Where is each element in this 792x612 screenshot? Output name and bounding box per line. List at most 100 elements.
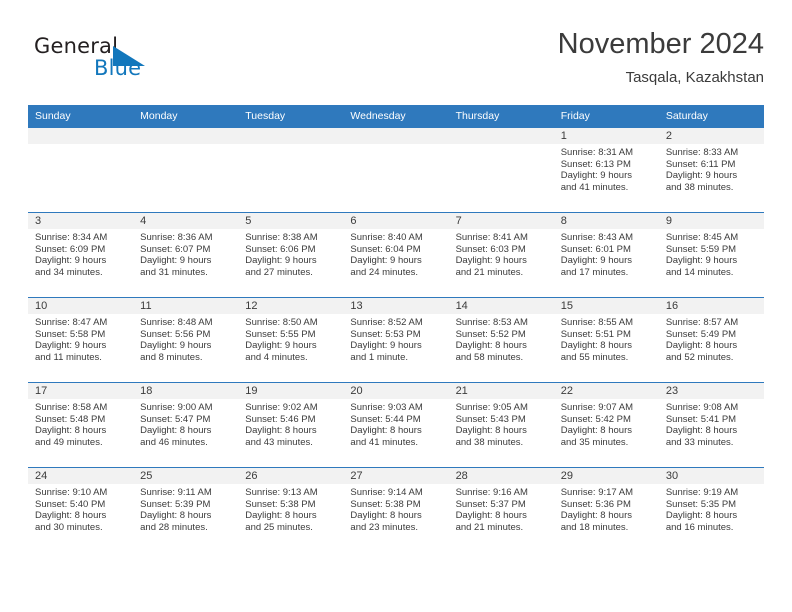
calendar-day-cell[interactable]: 28 Sunrise: 9:16 AM Sunset: 5:37 PM Dayligh… (448, 467, 554, 552)
calendar-week-row: 17 Sunrise: 8:58 AM Sunset: 5:48 PM Dayligh… (28, 382, 764, 468)
calendar-day-cell[interactable]: 23 Sunrise: 9:08 AM Sunset: 5:41 PM Dayligh… (658, 382, 764, 468)
calendar-day-cell[interactable]: 4 Sunrise: 8:36 AM Sunset: 6:07 PM Daylight… (133, 212, 239, 298)
day-info-line: Sunrise: 9:05 AM (455, 402, 528, 413)
day-info-line: Sunset: 6:04 PM (350, 243, 421, 255)
calendar-day-cell[interactable]: 26 Sunrise: 9:13 AM Sunset: 5:38 PM Dayligh… (238, 467, 344, 552)
day-info-line: Daylight: 8 hours (245, 425, 317, 437)
day-info-line: Daylight: 9 hours (560, 255, 632, 267)
day-info-line: Sunrise: 9:19 AM (665, 487, 739, 498)
day-number: 16 (658, 298, 764, 314)
day-cell-content: 12 Sunrise: 8:50 AM Sunset: 5:55 PM Dayligh… (238, 298, 344, 382)
day-cell-content (238, 128, 344, 212)
day-info-line: and 24 minutes. (350, 266, 419, 278)
day-info-line: Daylight: 9 hours (35, 255, 107, 267)
calendar-day-cell[interactable]: 24 Sunrise: 9:10 AM Sunset: 5:40 PM Dayligh… (28, 467, 134, 552)
day-sun-info: Sunrise: 8:34 AM Sunset: 6:09 PM Daylight:… (28, 229, 133, 278)
day-info-line: Sunrise: 8:38 AM (245, 232, 318, 243)
calendar-week-row: 10 Sunrise: 8:47 AM Sunset: 5:58 PM Dayligh… (28, 297, 764, 383)
day-info-line: and 21 minutes. (455, 266, 524, 278)
day-number: 11 (133, 298, 239, 314)
calendar-day-cell[interactable]: 16 Sunrise: 8:57 AM Sunset: 5:49 PM Dayligh… (658, 297, 764, 383)
calendar-day-cell[interactable]: 3 Sunrise: 8:34 AM Sunset: 6:09 PM Daylight… (28, 212, 134, 298)
day-info-line: and 21 minutes. (455, 521, 524, 533)
day-sun-info: Sunrise: 9:14 AM Sunset: 5:38 PM Daylight:… (343, 484, 448, 533)
day-cell-content: 23 Sunrise: 9:08 AM Sunset: 5:41 PM Dayligh… (658, 383, 764, 467)
calendar-day-cell[interactable]: 19 Sunrise: 9:02 AM Sunset: 5:46 PM Dayligh… (238, 382, 344, 468)
day-info-line: Sunset: 5:46 PM (245, 413, 316, 425)
calendar-day-cell[interactable]: 5 Sunrise: 8:38 AM Sunset: 6:06 PM Daylight… (238, 212, 344, 298)
calendar-day-cell[interactable]: 1 Sunrise: 8:31 AM Sunset: 6:13 PM Daylight… (553, 127, 659, 213)
day-cell-content: 3 Sunrise: 8:34 AM Sunset: 6:09 PM Daylight… (28, 213, 134, 297)
day-sun-info (343, 144, 448, 147)
day-sun-info: Sunrise: 8:40 AM Sunset: 6:04 PM Daylight:… (343, 229, 448, 278)
day-sun-info: Sunrise: 8:58 AM Sunset: 5:48 PM Daylight:… (28, 399, 133, 448)
calendar-day-cell[interactable]: 18 Sunrise: 9:00 AM Sunset: 5:47 PM Dayligh… (133, 382, 239, 468)
calendar-day-cell[interactable]: 25 Sunrise: 9:11 AM Sunset: 5:39 PM Dayligh… (133, 467, 239, 552)
calendar-body: 1 Sunrise: 8:31 AM Sunset: 6:13 PM Daylight… (28, 127, 764, 552)
day-info-line: Daylight: 9 hours (455, 255, 527, 267)
calendar-day-cell[interactable]: 22 Sunrise: 9:07 AM Sunset: 5:42 PM Dayligh… (553, 382, 659, 468)
calendar-day-cell[interactable]: 14 Sunrise: 8:53 AM Sunset: 5:52 PM Dayligh… (448, 297, 554, 383)
day-info-line: Sunrise: 8:34 AM (35, 232, 108, 243)
calendar-day-cell[interactable]: 13 Sunrise: 8:52 AM Sunset: 5:53 PM Dayligh… (343, 297, 449, 383)
day-cell-content: 16 Sunrise: 8:57 AM Sunset: 5:49 PM Dayligh… (658, 298, 764, 382)
day-sun-info: Sunrise: 8:45 AM Sunset: 5:59 PM Daylight:… (659, 229, 764, 278)
day-info-line: Daylight: 8 hours (560, 510, 632, 522)
day-info-line: and 35 minutes. (560, 436, 629, 448)
day-info-line: Sunset: 5:42 PM (560, 413, 631, 425)
calendar-day-cell[interactable]: 10 Sunrise: 8:47 AM Sunset: 5:58 PM Dayligh… (28, 297, 134, 383)
calendar-day-cell[interactable]: 6 Sunrise: 8:40 AM Sunset: 6:04 PM Daylight… (343, 212, 449, 298)
day-info-line: Daylight: 8 hours (35, 425, 107, 437)
day-sun-info: Sunrise: 8:33 AM Sunset: 6:11 PM Daylight:… (659, 144, 764, 193)
day-sun-info: Sunrise: 9:17 AM Sunset: 5:36 PM Daylight:… (554, 484, 659, 533)
day-cell-content: 20 Sunrise: 9:03 AM Sunset: 5:44 PM Dayligh… (343, 383, 449, 467)
day-info-line: Sunrise: 9:03 AM (350, 402, 423, 413)
day-info-line: Sunrise: 8:48 AM (140, 317, 213, 328)
day-sun-info (28, 144, 133, 147)
calendar-day-cell[interactable]: 29 Sunrise: 9:17 AM Sunset: 5:36 PM Dayligh… (553, 467, 659, 552)
day-info-line: Sunset: 5:35 PM (665, 498, 737, 510)
day-number: 3 (28, 213, 134, 229)
page-title: November 2024 (557, 28, 764, 60)
day-info-line: Sunset: 5:53 PM (350, 328, 421, 340)
calendar-day-cell[interactable]: 12 Sunrise: 8:50 AM Sunset: 5:55 PM Dayligh… (238, 297, 344, 383)
calendar-day-cell[interactable]: 8 Sunrise: 8:43 AM Sunset: 6:01 PM Daylight… (553, 212, 659, 298)
page-header: General Blue November 2024 Tasqala, Kaza… (28, 26, 764, 96)
day-number: 17 (28, 383, 134, 399)
day-info-line: and 30 minutes. (35, 521, 103, 533)
day-number: 28 (448, 468, 554, 484)
day-sun-info: Sunrise: 9:02 AM Sunset: 5:46 PM Daylight:… (238, 399, 343, 448)
day-cell-content: 26 Sunrise: 9:13 AM Sunset: 5:38 PM Dayligh… (238, 468, 344, 552)
day-cell-content: 21 Sunrise: 9:05 AM Sunset: 5:43 PM Dayligh… (448, 383, 554, 467)
day-cell-content (28, 128, 134, 212)
day-info-line: and 41 minutes. (350, 436, 419, 448)
calendar-day-cell[interactable]: 21 Sunrise: 9:05 AM Sunset: 5:43 PM Dayligh… (448, 382, 554, 468)
calendar-day-cell[interactable]: 30 Sunrise: 9:19 AM Sunset: 5:35 PM Dayligh… (658, 467, 764, 552)
general-blue-logo[interactable]: General Blue (34, 34, 184, 88)
calendar-grid: Sunday Monday Tuesday Wednesday Thursday Frid… (28, 105, 764, 552)
day-info-line: and 4 minutes. (245, 351, 308, 363)
calendar-day-cell[interactable]: 20 Sunrise: 9:03 AM Sunset: 5:44 PM Dayligh… (343, 382, 449, 468)
day-info-line: Sunrise: 8:58 AM (35, 402, 108, 413)
day-info-line: and 1 minute. (350, 351, 408, 363)
logo-text-blue: Blue (94, 56, 142, 80)
day-info-line: Daylight: 9 hours (140, 255, 212, 267)
calendar-day-cell[interactable]: 15 Sunrise: 8:55 AM Sunset: 5:51 PM Dayligh… (553, 297, 659, 383)
day-info-line: Daylight: 8 hours (665, 425, 738, 437)
day-number (28, 128, 134, 144)
day-info-line: Sunset: 5:41 PM (665, 413, 737, 425)
day-number: 12 (238, 298, 344, 314)
calendar-day-cell[interactable]: 17 Sunrise: 8:58 AM Sunset: 5:48 PM Dayligh… (28, 382, 134, 468)
calendar-day-cell[interactable]: 9 Sunrise: 8:45 AM Sunset: 5:59 PM Daylight… (658, 212, 764, 298)
day-info-line: Sunrise: 8:53 AM (455, 317, 528, 328)
day-info-line: Sunrise: 9:07 AM (560, 402, 634, 413)
day-info-line: Sunrise: 8:45 AM (665, 232, 739, 243)
calendar-day-cell[interactable]: 7 Sunrise: 8:41 AM Sunset: 6:03 PM Daylight… (448, 212, 554, 298)
day-number: 15 (553, 298, 659, 314)
day-sun-info: Sunrise: 9:10 AM Sunset: 5:40 PM Daylight:… (28, 484, 133, 533)
day-info-line: Sunset: 5:44 PM (350, 413, 421, 425)
day-info-line: Sunset: 6:11 PM (665, 158, 736, 170)
calendar-day-cell[interactable]: 27 Sunrise: 9:14 AM Sunset: 5:38 PM Dayligh… (343, 467, 449, 552)
calendar-day-cell[interactable]: 11 Sunrise: 8:48 AM Sunset: 5:56 PM Dayligh… (133, 297, 239, 383)
calendar-day-cell[interactable]: 2 Sunrise: 8:33 AM Sunset: 6:11 PM Daylight… (658, 127, 764, 213)
